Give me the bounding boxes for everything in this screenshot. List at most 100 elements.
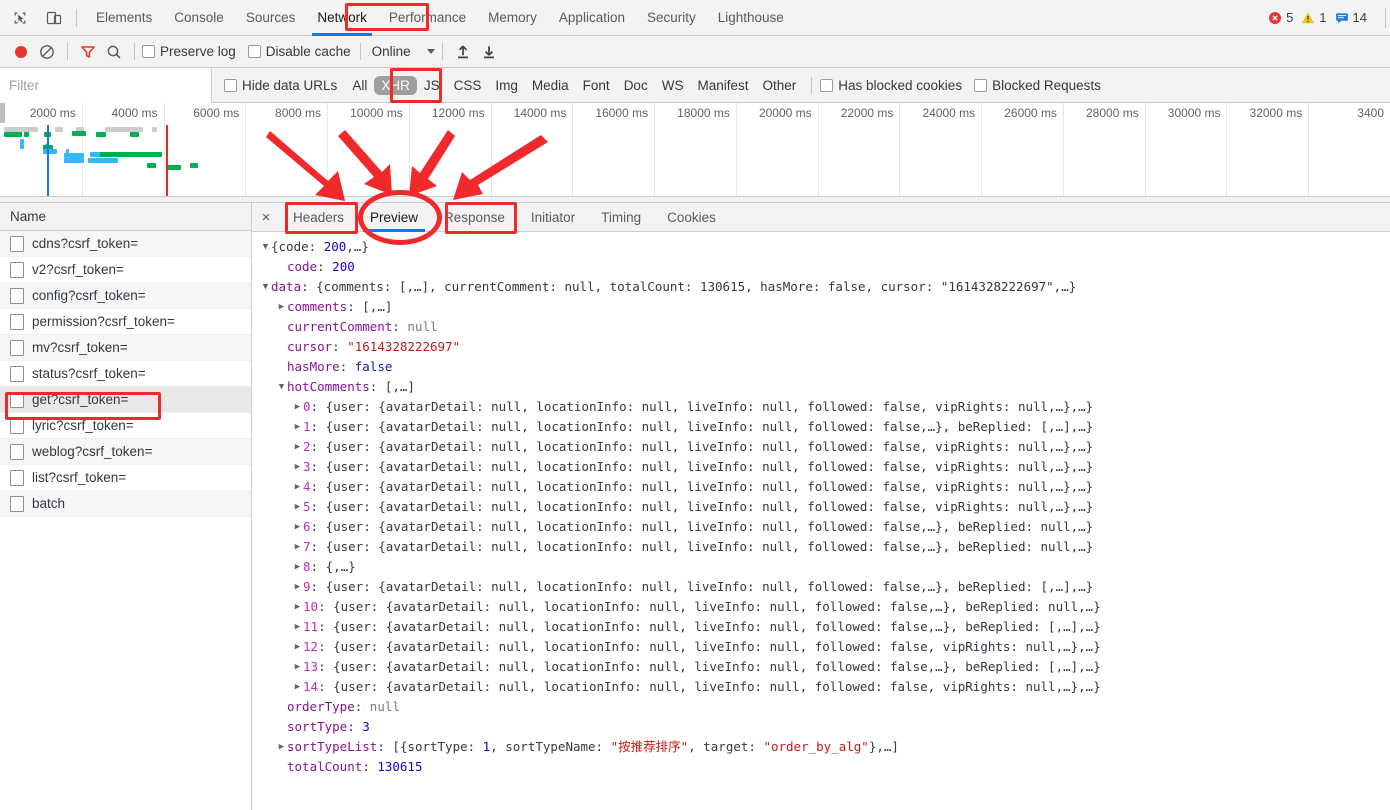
json-row[interactable]: hasMore: false [252,357,1390,377]
throttling-select[interactable]: Online [368,44,435,59]
json-row[interactable]: ▶ 0: {user: {avatarDetail: null, location… [252,397,1390,417]
issue-counters[interactable]: 5 1 14 [1266,10,1369,25]
json-row[interactable]: cursor: "1614328222697" [252,337,1390,357]
type-filter-xhr[interactable]: XHR [374,75,417,95]
type-filter-media[interactable]: Media [525,76,576,95]
json-row[interactable]: ▶ sortTypeList: [{sortType: 1, sortTypeNa… [252,737,1390,757]
request-row[interactable]: status?csrf_token= [0,361,251,387]
json-row[interactable]: sortType: 3 [252,717,1390,737]
json-row[interactable]: ▶ 9: {user: {avatarDetail: null, location… [252,577,1390,597]
json-row[interactable]: ▶ 2: {user: {avatarDetail: null, location… [252,437,1390,457]
export-har-icon[interactable] [476,39,502,65]
search-icon[interactable] [101,39,127,65]
request-row[interactable]: weblog?csrf_token= [0,439,251,465]
json-row[interactable]: ▶ 10: {user: {avatarDetail: null, locatio… [252,597,1390,617]
json-row[interactable]: ▶ 14: {user: {avatarDetail: null, locatio… [252,677,1390,697]
type-filter-manifest[interactable]: Manifest [690,76,755,95]
chevron-right-icon[interactable]: ▶ [292,597,303,617]
json-row[interactable]: ▼ hotComments: [,…] [252,377,1390,397]
request-row[interactable]: mv?csrf_token= [0,335,251,361]
hide-data-urls-checkbox[interactable]: Hide data URLs [224,78,337,93]
main-tab-elements[interactable]: Elements [85,0,163,36]
close-icon[interactable]: × [252,203,280,232]
main-tab-performance[interactable]: Performance [378,0,477,36]
chevron-right-icon[interactable]: ▶ [292,477,303,497]
request-row[interactable]: list?csrf_token= [0,465,251,491]
json-row[interactable]: ▶ 1: {user: {avatarDetail: null, location… [252,417,1390,437]
preserve-log-checkbox[interactable]: Preserve log [142,44,236,59]
request-row[interactable]: v2?csrf_token= [0,257,251,283]
chevron-down-icon[interactable]: ▼ [260,277,271,297]
main-tab-lighthouse[interactable]: Lighthouse [707,0,795,36]
type-filter-font[interactable]: Font [576,76,617,95]
json-row[interactable]: ▶ 8: {,…} [252,557,1390,577]
type-filter-js[interactable]: JS [417,76,447,95]
detail-tab-response[interactable]: Response [431,203,518,232]
json-row[interactable]: ▶ 5: {user: {avatarDetail: null, location… [252,497,1390,517]
json-row[interactable]: ▶ 4: {user: {avatarDetail: null, location… [252,477,1390,497]
request-row[interactable]: cdns?csrf_token= [0,231,251,257]
json-row[interactable]: ▶ 12: {user: {avatarDetail: null, locatio… [252,637,1390,657]
type-filter-css[interactable]: CSS [447,76,489,95]
chevron-right-icon[interactable]: ▶ [292,557,303,577]
request-row[interactable]: get?csrf_token= [0,387,251,413]
json-row[interactable]: ▶ 7: {user: {avatarDetail: null, location… [252,537,1390,557]
json-row[interactable]: code: 200 [252,257,1390,277]
overview-left-handle[interactable] [0,103,5,123]
detail-tab-headers[interactable]: Headers [280,203,357,232]
detail-tab-cookies[interactable]: Cookies [654,203,729,232]
network-overview[interactable]: 2000 ms 4000 ms 6000 ms 8000 ms 10000 ms 1200… [0,103,1390,203]
chevron-right-icon[interactable]: ▶ [292,637,303,657]
main-tab-network[interactable]: Network [306,0,378,36]
record-button[interactable] [8,39,34,65]
json-row[interactable]: ▶ 6: {user: {avatarDetail: null, location… [252,517,1390,537]
disable-cache-checkbox[interactable]: Disable cache [247,44,351,59]
json-row[interactable]: ▼ {code: 200,…} [252,237,1390,257]
chevron-right-icon[interactable]: ▶ [292,437,303,457]
main-tab-memory[interactable]: Memory [477,0,548,36]
chevron-down-icon[interactable]: ▼ [260,237,271,257]
chevron-right-icon[interactable]: ▶ [276,737,287,757]
has-blocked-cookies-checkbox[interactable]: Has blocked cookies [820,78,962,93]
request-name-column-header[interactable]: Name [0,203,251,231]
type-filter-other[interactable]: Other [755,76,803,95]
chevron-right-icon[interactable]: ▶ [292,497,303,517]
filter-input[interactable] [0,67,212,103]
request-row[interactable]: permission?csrf_token= [0,309,251,335]
preview-json-tree[interactable]: ▼ {code: 200,…} code: 200 ▼ data: {comments:… [252,232,1390,810]
warning-counter[interactable]: 1 [1299,10,1328,25]
json-row[interactable]: ▶ 11: {user: {avatarDetail: null, locatio… [252,617,1390,637]
error-counter[interactable]: 5 [1266,10,1295,25]
type-filter-img[interactable]: Img [488,76,525,95]
json-row[interactable]: orderType: null [252,697,1390,717]
request-row[interactable]: batch [0,491,251,517]
json-row[interactable]: totalCount: 130615 [252,757,1390,777]
json-row[interactable]: currentComment: null [252,317,1390,337]
chevron-right-icon[interactable]: ▶ [292,677,303,697]
filter-icon[interactable] [75,39,101,65]
chevron-right-icon[interactable]: ▶ [292,417,303,437]
type-filter-ws[interactable]: WS [655,76,691,95]
device-toolbar-icon[interactable] [40,4,68,32]
chevron-right-icon[interactable]: ▶ [292,617,303,637]
type-filter-all[interactable]: All [345,76,374,95]
main-tab-security[interactable]: Security [636,0,707,36]
main-tab-console[interactable]: Console [163,0,235,36]
chevron-right-icon[interactable]: ▶ [292,537,303,557]
clear-button[interactable] [34,39,60,65]
type-filter-doc[interactable]: Doc [617,76,655,95]
json-row[interactable]: ▶ comments: [,…] [252,297,1390,317]
request-row[interactable]: lyric?csrf_token= [0,413,251,439]
main-tab-application[interactable]: Application [548,0,636,36]
inspect-cursor-icon[interactable] [6,4,34,32]
blocked-requests-checkbox[interactable]: Blocked Requests [974,78,1101,93]
info-counter[interactable]: 14 [1333,10,1369,25]
main-tab-sources[interactable]: Sources [235,0,307,36]
detail-tab-timing[interactable]: Timing [588,203,654,232]
chevron-right-icon[interactable]: ▶ [292,517,303,537]
chevron-right-icon[interactable]: ▶ [292,577,303,597]
detail-tab-initiator[interactable]: Initiator [518,203,588,232]
json-row[interactable]: ▼ data: {comments: [,…], currentComment: … [252,277,1390,297]
json-row[interactable]: ▶ 3: {user: {avatarDetail: null, location… [252,457,1390,477]
request-row[interactable]: config?csrf_token= [0,283,251,309]
